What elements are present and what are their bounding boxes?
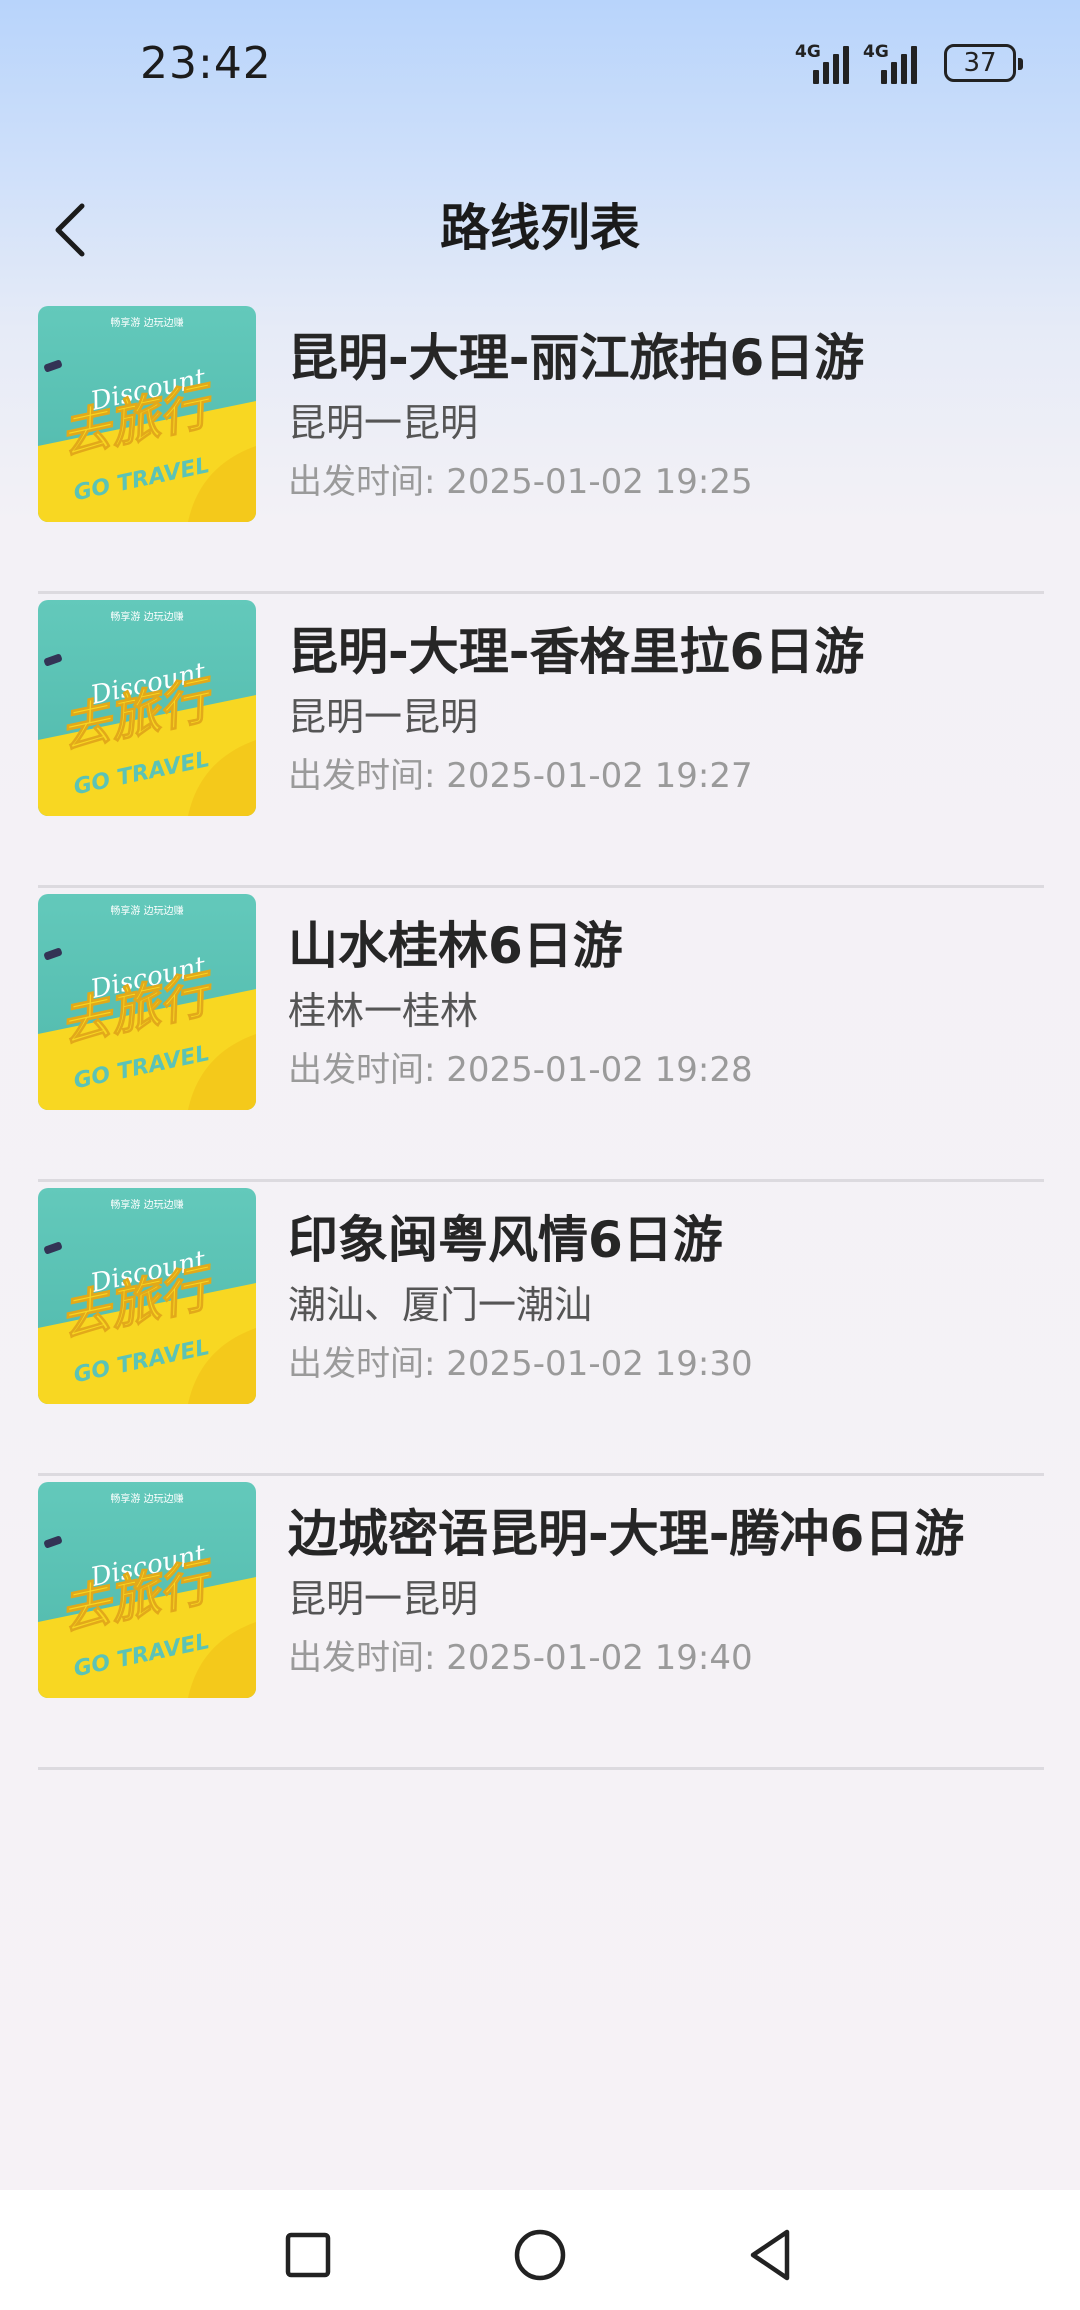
route-endpoints: 桂林一桂林 <box>288 989 479 1033</box>
route-list-item[interactable]: 畅享游 边玩边赚 Discount 去旅行 GO TRAVEL 昆明-大理-丽江… <box>38 300 1044 594</box>
route-thumbnail: 畅享游 边玩边赚 Discount 去旅行 GO TRAVEL <box>38 1188 256 1404</box>
page-title: 路线列表 <box>440 199 640 257</box>
route-thumbnail: 畅享游 边玩边赚 Discount 去旅行 GO TRAVEL <box>38 894 256 1110</box>
route-title: 山水桂林6日游 <box>288 917 623 975</box>
route-thumbnail: 畅享游 边玩边赚 Discount 去旅行 GO TRAVEL <box>38 600 256 816</box>
status-time: 23:42 <box>140 38 272 89</box>
route-list-item[interactable]: 畅享游 边玩边赚 Discount 去旅行 GO TRAVEL 昆明-大理-香格… <box>38 594 1044 888</box>
network-type-label: 4G <box>863 42 889 62</box>
circle-icon <box>514 2229 566 2281</box>
route-endpoints: 昆明一昆明 <box>288 1577 479 1621</box>
route-title: 昆明-大理-香格里拉6日游 <box>288 623 865 681</box>
thumb-top-text: 畅享游 边玩边赚 <box>110 904 183 917</box>
home-button[interactable] <box>505 2220 575 2290</box>
screen: 23:42 4G 4G 37 路线列表 畅享游 边玩边赚 Discount 去旅… <box>0 0 1080 2310</box>
thumb-top-text: 畅享游 边玩边赚 <box>110 1492 183 1505</box>
route-list-item[interactable]: 畅享游 边玩边赚 Discount 去旅行 GO TRAVEL 印象闽粤风情6日… <box>38 1182 1044 1476</box>
triangle-back-icon <box>750 2229 790 2281</box>
thumb-top-text: 畅享游 边玩边赚 <box>110 610 183 623</box>
route-departure-time: 出发时间: 2025-01-02 19:40 <box>288 1638 753 1678</box>
nav-back-button[interactable] <box>735 2220 805 2290</box>
signal-icon: 4G <box>795 40 849 84</box>
route-title: 印象闽粤风情6日游 <box>288 1211 723 1269</box>
route-list-item[interactable]: 畅享游 边玩边赚 Discount 去旅行 GO TRAVEL 边城密语昆明-大… <box>38 1476 1044 1770</box>
thumb-top-text: 畅享游 边玩边赚 <box>110 1198 183 1211</box>
square-icon <box>285 2232 331 2278</box>
route-endpoints: 昆明一昆明 <box>288 695 479 739</box>
thumb-top-text: 畅享游 边玩边赚 <box>110 316 183 329</box>
system-nav-bar <box>0 2190 1080 2310</box>
route-title: 昆明-大理-丽江旅拍6日游 <box>288 329 865 387</box>
route-list-item[interactable]: 畅享游 边玩边赚 Discount 去旅行 GO TRAVEL 山水桂林6日游 … <box>38 888 1044 1182</box>
status-bar: 23:42 4G 4G 37 <box>0 0 1080 130</box>
battery-icon: 37 <box>944 44 1023 82</box>
signal-icon: 4G <box>863 40 917 84</box>
route-departure-time: 出发时间: 2025-01-02 19:30 <box>288 1344 753 1384</box>
route-endpoints: 昆明一昆明 <box>288 401 479 445</box>
route-endpoints: 潮汕、厦门一潮汕 <box>288 1283 593 1327</box>
route-departure-time: 出发时间: 2025-01-02 19:25 <box>288 462 753 502</box>
network-type-label: 4G <box>795 42 821 62</box>
route-title: 边城密语昆明-大理-腾冲6日游 <box>288 1505 965 1563</box>
route-thumbnail: 畅享游 边玩边赚 Discount 去旅行 GO TRAVEL <box>38 306 256 522</box>
route-thumbnail: 畅享游 边玩边赚 Discount 去旅行 GO TRAVEL <box>38 1482 256 1698</box>
recent-apps-button[interactable] <box>273 2220 343 2290</box>
route-list: 畅享游 边玩边赚 Discount 去旅行 GO TRAVEL 昆明-大理-丽江… <box>38 300 1044 1770</box>
route-departure-time: 出发时间: 2025-01-02 19:27 <box>288 756 753 796</box>
battery-level: 37 <box>963 48 997 78</box>
header: 路线列表 <box>0 170 1080 290</box>
route-departure-time: 出发时间: 2025-01-02 19:28 <box>288 1050 753 1090</box>
